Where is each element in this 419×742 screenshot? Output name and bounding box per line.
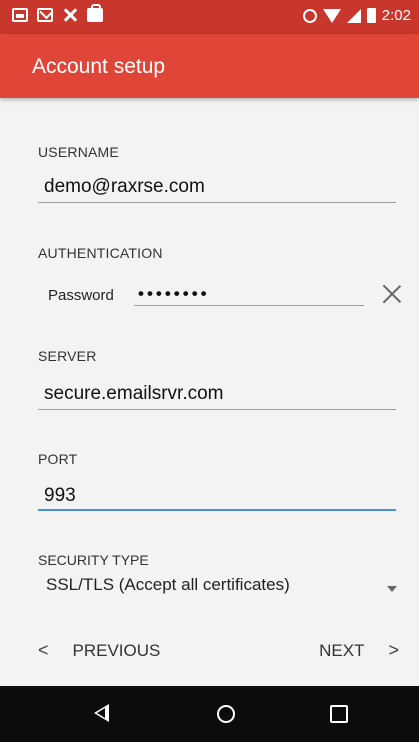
battery-icon [366, 8, 376, 23]
system-nav-bar [0, 686, 419, 742]
server-label: SERVER [38, 348, 97, 364]
next-label: NEXT [319, 640, 365, 660]
alarm-icon [302, 8, 317, 23]
security-type-select[interactable]: SSL/TLS (Accept all certificates) [46, 575, 290, 595]
recents-icon[interactable] [330, 705, 348, 723]
tools-icon [62, 8, 78, 22]
auth-method-label: Password [48, 287, 114, 304]
signal-icon [346, 8, 361, 23]
previous-label: PREVIOUS [72, 640, 161, 660]
back-icon[interactable] [94, 704, 109, 722]
next-button[interactable]: NEXT > [319, 640, 399, 661]
chevron-left-icon: < [38, 640, 49, 660]
status-bar: 2:02 [0, 0, 419, 34]
server-underline [38, 409, 396, 410]
picture-icon [12, 8, 28, 22]
previous-button[interactable]: < PREVIOUS [38, 640, 160, 661]
password-underline [134, 305, 364, 306]
page-title: Account setup [32, 55, 166, 78]
username-input[interactable]: demo@raxrse.com [44, 176, 205, 198]
port-label: PORT [38, 451, 78, 467]
status-time: 2:02 [381, 7, 411, 24]
security-type-label: SECURITY TYPE [38, 552, 149, 568]
wizard-nav: < PREVIOUS NEXT > [0, 630, 419, 686]
dropdown-arrow-icon[interactable] [387, 586, 397, 592]
port-underline [38, 509, 396, 511]
chevron-right-icon: > [388, 640, 399, 660]
bag-icon [87, 4, 103, 22]
server-input[interactable]: secure.emailsrvr.com [44, 383, 224, 405]
mail-icon [37, 8, 53, 22]
username-label: USERNAME [38, 144, 119, 160]
password-input[interactable]: •••••••• [138, 284, 210, 304]
app-bar: Account setup [0, 34, 419, 98]
system-icons: 2:02 [302, 7, 411, 24]
port-input[interactable]: 993 [44, 485, 76, 507]
notification-icons [12, 4, 103, 22]
close-icon[interactable] [381, 282, 403, 304]
home-icon[interactable] [217, 705, 235, 723]
wifi-icon [322, 8, 341, 23]
username-underline [38, 202, 396, 203]
authentication-label: AUTHENTICATION [38, 245, 163, 261]
